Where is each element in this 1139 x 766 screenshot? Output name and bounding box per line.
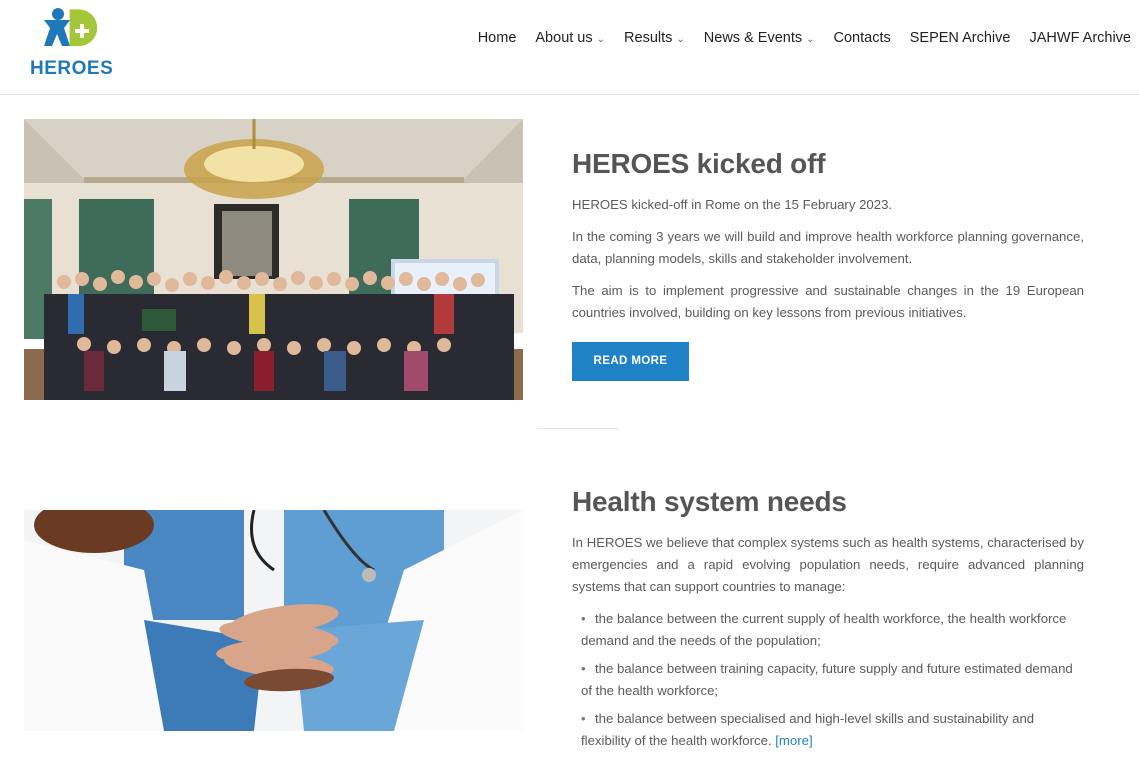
logo-mark-icon bbox=[44, 8, 98, 47]
kickoff-paragraph: HEROES kicked-off in Rome on the 15 Febr… bbox=[572, 197, 893, 212]
nav-item-contacts[interactable]: Contacts bbox=[834, 30, 891, 46]
nav-item-label: JAHWF Archive bbox=[1029, 30, 1131, 46]
health-needs-title: Health system needs bbox=[572, 486, 847, 517]
kickoff-title: HEROES kicked off bbox=[572, 148, 826, 179]
chevron-down-icon: ⌄ bbox=[596, 33, 606, 45]
nav-item-results[interactable]: Results ⌄ bbox=[624, 30, 685, 46]
logo-text: HEROES bbox=[30, 58, 114, 79]
nav-item-label: Contacts bbox=[833, 30, 891, 46]
nav-item-about-us[interactable]: About us ⌄ bbox=[535, 30, 605, 46]
list-item: • the balance between the current supply … bbox=[581, 608, 1084, 652]
site-header: HEROES Home About us ⌄ Results ⌄ News & … bbox=[0, 0, 1139, 95]
list-item: • the balance between training capacity, … bbox=[581, 658, 1084, 702]
kickoff-paragraph: The aim is to implement progressive and … bbox=[572, 283, 1084, 320]
nav-item-home[interactable]: Home bbox=[478, 30, 517, 46]
read-more-button[interactable]: READ MORE bbox=[572, 342, 689, 381]
health-needs-intro: In HEROES we believe that complex system… bbox=[572, 535, 1084, 594]
nav-item-label: Results bbox=[624, 30, 673, 46]
chevron-down-icon: ⌄ bbox=[806, 33, 815, 45]
more-link[interactable]: [more] bbox=[775, 733, 812, 748]
chevron-down-icon: ⌄ bbox=[676, 33, 685, 45]
bullet-icon: • bbox=[581, 711, 586, 726]
list-item: • the balance between specialised and hig… bbox=[581, 708, 1084, 752]
nav-item-jahwf-archive[interactable]: JAHWF Archive bbox=[1029, 30, 1131, 46]
kickoff-section: HEROES kicked off HEROES kicked-off in R… bbox=[572, 148, 1084, 381]
section-divider bbox=[537, 428, 619, 429]
nav-item-news-events[interactable]: News & Events ⌄ bbox=[704, 30, 815, 46]
nav-item-label: News & Events bbox=[703, 30, 803, 46]
nav-item-label: SEPEN Archive bbox=[909, 30, 1011, 46]
bullet-icon: • bbox=[581, 661, 586, 676]
heroes-logo[interactable]: HEROES bbox=[30, 6, 114, 79]
bullet-icon: • bbox=[581, 611, 586, 626]
list-item-text: the balance between training capacity, f… bbox=[581, 661, 1073, 698]
main-nav: Home About us ⌄ Results ⌄ News & Events … bbox=[459, 30, 1131, 46]
stacked-hands-photo bbox=[24, 510, 523, 731]
nav-item-sepen-archive[interactable]: SEPEN Archive bbox=[910, 30, 1011, 46]
nav-item-label: About us bbox=[535, 30, 593, 46]
health-needs-list: • the balance between the current supply … bbox=[581, 608, 1084, 752]
list-item-text: the balance between the current supply o… bbox=[581, 611, 1067, 648]
kickoff-paragraph: In the coming 3 years we will build and … bbox=[572, 229, 1084, 266]
group-photo bbox=[24, 119, 523, 400]
health-needs-section: Health system needs In HEROES we believe… bbox=[572, 486, 1084, 758]
nav-item-label: Home bbox=[477, 30, 517, 46]
